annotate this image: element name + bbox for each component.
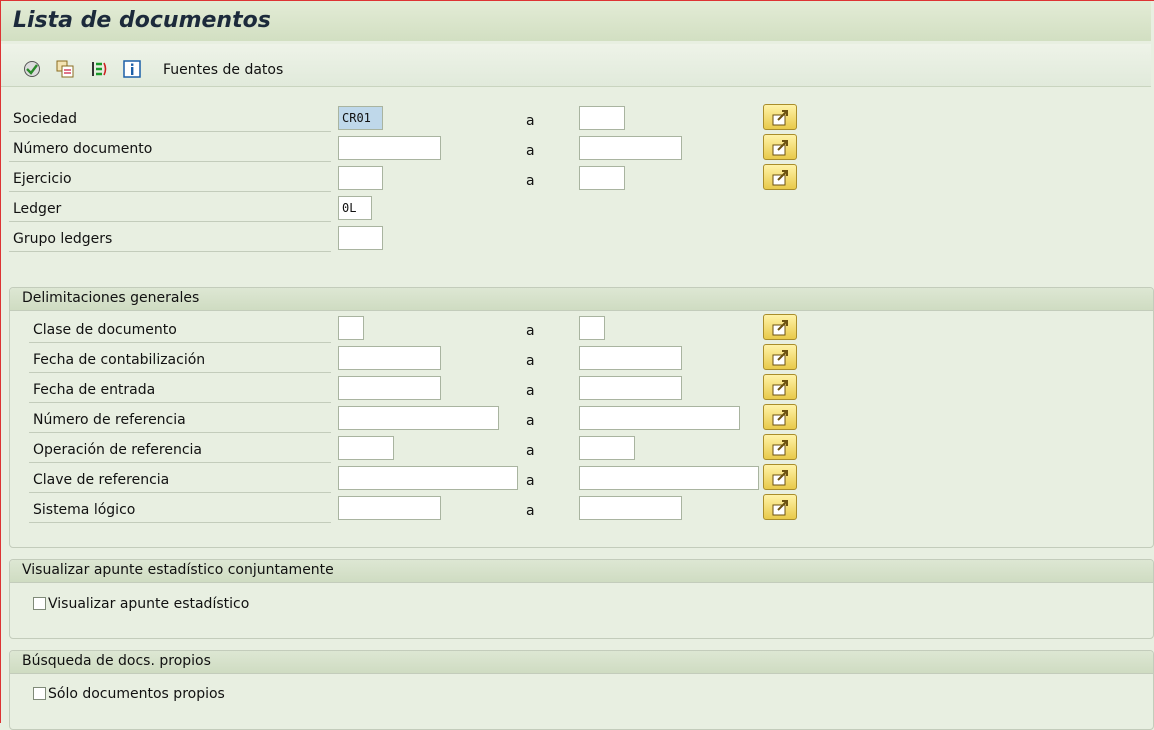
label-grupo-ledgers: Grupo ledgers — [13, 231, 113, 247]
label-fecha-contabilizacion: Fecha de contabilización — [33, 352, 206, 368]
numero-referencia-to-field[interactable] — [579, 406, 740, 430]
sistema-logico-to-field[interactable] — [579, 496, 682, 520]
range-separator: a — [526, 383, 535, 399]
ejercicio-multiple-selection-button[interactable] — [763, 164, 797, 190]
label-sociedad: Sociedad — [13, 111, 78, 127]
selection-options-icon[interactable] — [90, 60, 108, 78]
range-separator: a — [526, 173, 535, 189]
info-icon[interactable] — [123, 60, 141, 78]
multiple-selection-icon — [772, 470, 788, 486]
numero-documento-from-field[interactable] — [338, 136, 441, 160]
numero-referencia-multiple-selection-button[interactable] — [763, 404, 797, 430]
fecha-entrada-to-field[interactable] — [579, 376, 682, 400]
label-ejercicio: Ejercicio — [13, 171, 72, 187]
label-operacion-referencia: Operación de referencia — [33, 442, 202, 458]
fecha-entrada-multiple-selection-button[interactable] — [763, 374, 797, 400]
fecha-contabilizacion-multiple-selection-button[interactable] — [763, 344, 797, 370]
page-title: Lista de documentos — [13, 8, 271, 33]
label-numero-documento: Número documento — [13, 141, 153, 157]
grupo-ledgers-field[interactable] — [338, 226, 383, 250]
label-underline — [29, 432, 331, 433]
group-header: Delimitaciones generales — [10, 288, 1153, 311]
show-statistical-checkbox[interactable] — [33, 597, 46, 610]
own-documents-checkbox[interactable] — [33, 687, 46, 700]
title-bar: Lista de documentos — [1, 1, 1151, 41]
window-left-border — [0, 0, 1, 723]
range-separator: a — [526, 503, 535, 519]
data-sources-button[interactable]: Fuentes de datos — [163, 62, 283, 78]
label-underline — [29, 492, 331, 493]
multiple-selection-icon — [772, 140, 788, 156]
clave-referencia-from-field[interactable] — [338, 466, 518, 490]
label-underline — [29, 342, 331, 343]
multiple-selection-icon — [772, 380, 788, 396]
group-header: Búsqueda de docs. propios — [10, 651, 1153, 674]
operacion-referencia-multiple-selection-button[interactable] — [763, 434, 797, 460]
fecha-contabilizacion-from-field[interactable] — [338, 346, 441, 370]
clase-documento-to-field[interactable] — [579, 316, 605, 340]
range-separator: a — [526, 353, 535, 369]
sistema-logico-multiple-selection-button[interactable] — [763, 494, 797, 520]
variant-icon[interactable] — [56, 60, 74, 78]
label-underline — [9, 251, 331, 252]
ejercicio-to-field[interactable] — [579, 166, 625, 190]
range-separator: a — [526, 443, 535, 459]
label-ledger: Ledger — [13, 201, 62, 217]
label-underline — [9, 161, 331, 162]
label-underline — [9, 221, 331, 222]
application-toolbar: Fuentes de datos — [1, 44, 1151, 87]
group-header: Visualizar apunte estadístico conjuntame… — [10, 560, 1153, 583]
multiple-selection-icon — [772, 500, 788, 516]
numero-documento-to-field[interactable] — [579, 136, 682, 160]
sociedad-multiple-selection-button[interactable] — [763, 104, 797, 130]
sistema-logico-from-field[interactable] — [338, 496, 441, 520]
label-underline — [9, 191, 331, 192]
clave-referencia-to-field[interactable] — [579, 466, 759, 490]
multiple-selection-icon — [772, 350, 788, 366]
range-separator: a — [526, 323, 535, 339]
own-documents-label[interactable]: Sólo documentos propios — [48, 685, 225, 703]
group-title: Búsqueda de docs. propios — [22, 653, 211, 669]
range-separator: a — [526, 413, 535, 429]
numero-documento-multiple-selection-button[interactable] — [763, 134, 797, 160]
operacion-referencia-to-field[interactable] — [579, 436, 635, 460]
clave-referencia-multiple-selection-button[interactable] — [763, 464, 797, 490]
execute-icon[interactable] — [23, 60, 41, 78]
label-numero-referencia: Número de referencia — [33, 412, 186, 428]
numero-referencia-from-field[interactable] — [338, 406, 499, 430]
show-statistical-label[interactable]: Visualizar apunte estadístico — [48, 595, 249, 613]
operacion-referencia-from-field[interactable] — [338, 436, 394, 460]
ledger-field[interactable]: 0L — [338, 196, 372, 220]
label-underline — [29, 522, 331, 523]
clase-documento-from-field[interactable] — [338, 316, 364, 340]
fecha-entrada-from-field[interactable] — [338, 376, 441, 400]
label-fecha-entrada: Fecha de entrada — [33, 382, 156, 398]
group-title: Visualizar apunte estadístico conjuntame… — [22, 562, 334, 578]
label-clase-documento: Clase de documento — [33, 322, 177, 338]
label-clave-referencia: Clave de referencia — [33, 472, 170, 488]
multiple-selection-icon — [772, 440, 788, 456]
label-underline — [29, 372, 331, 373]
ejercicio-from-field[interactable] — [338, 166, 383, 190]
label-underline — [29, 462, 331, 463]
range-separator: a — [526, 143, 535, 159]
range-separator: a — [526, 113, 535, 129]
sociedad-to-field[interactable] — [579, 106, 625, 130]
clase-documento-multiple-selection-button[interactable] — [763, 314, 797, 340]
multiple-selection-icon — [772, 320, 788, 336]
multiple-selection-icon — [772, 410, 788, 426]
fecha-contabilizacion-to-field[interactable] — [579, 346, 682, 370]
group-title: Delimitaciones generales — [22, 290, 200, 306]
sociedad-from-field[interactable]: CR01 — [338, 106, 383, 130]
label-underline — [9, 131, 331, 132]
multiple-selection-icon — [772, 170, 788, 186]
multiple-selection-icon — [772, 110, 788, 126]
range-separator: a — [526, 473, 535, 489]
label-underline — [29, 402, 331, 403]
label-sistema-logico: Sistema lógico — [33, 502, 136, 518]
